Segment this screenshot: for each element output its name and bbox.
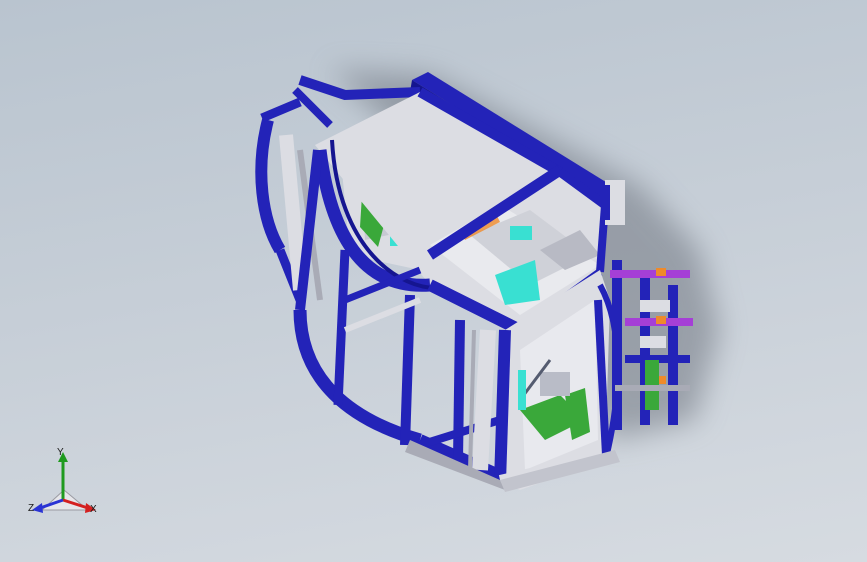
graphics-viewport[interactable]: Y Z X	[0, 0, 867, 562]
y-axis-label: Y	[57, 447, 64, 458]
x-axis-label: X	[90, 504, 97, 515]
view-orientation-triad: Y Z X	[22, 448, 108, 524]
z-axis-label: Z	[28, 503, 35, 514]
cab-frame-model[interactable]	[0, 0, 867, 562]
